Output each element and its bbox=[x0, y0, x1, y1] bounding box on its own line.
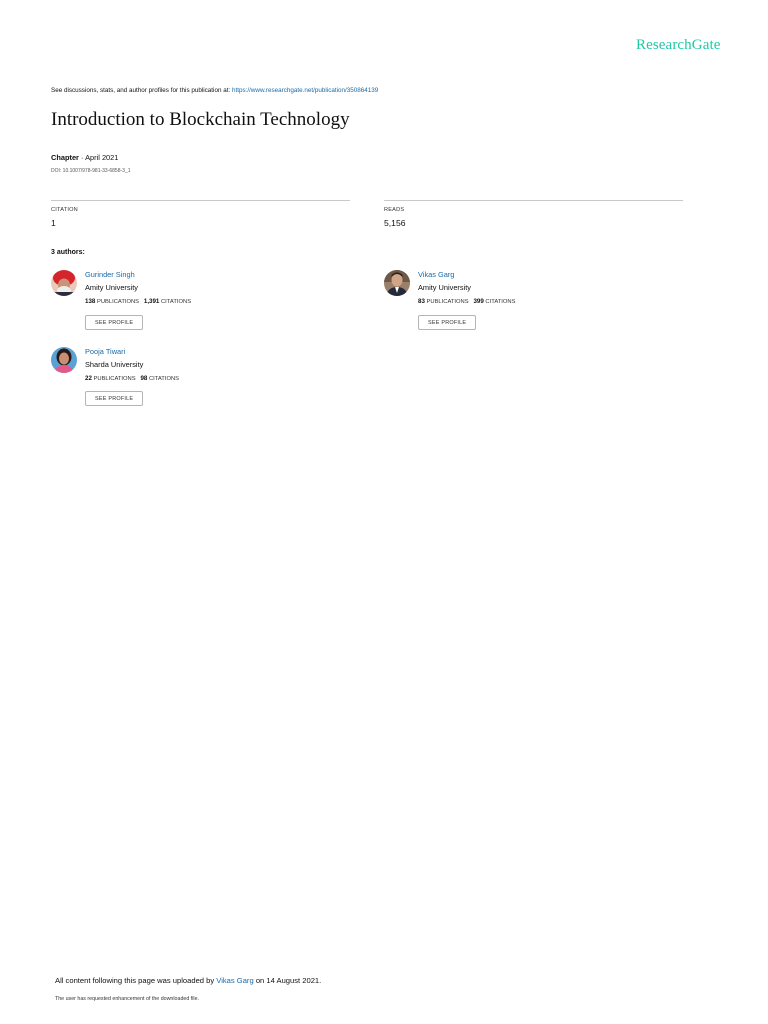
publications-count: 83 bbox=[418, 298, 425, 305]
author-name-link[interactable]: Gurinder Singh bbox=[85, 270, 135, 279]
reads-divider bbox=[384, 200, 683, 201]
citations-label: CITATIONS bbox=[148, 376, 180, 382]
publication-link[interactable]: https://www.researchgate.net/publication… bbox=[232, 87, 378, 94]
author-institution: Sharda University bbox=[85, 360, 144, 369]
citation-label: CITATION bbox=[51, 207, 78, 213]
see-profile-button[interactable]: SEE PROFILE bbox=[418, 315, 477, 330]
citations-count: 1,391 bbox=[143, 298, 160, 305]
uploader-link[interactable]: Vikas Garg bbox=[216, 976, 253, 985]
page-title: Introduction to Blockchain Technology bbox=[51, 109, 350, 130]
avatar[interactable] bbox=[51, 347, 77, 373]
publications-label: PUBLICATIONS bbox=[426, 299, 469, 305]
see-profile-button[interactable]: SEE PROFILE bbox=[85, 391, 144, 406]
upload-prefix: All content following this page was uplo… bbox=[55, 976, 217, 985]
discussion-text: See discussions, stats, and author profi… bbox=[51, 87, 232, 94]
author-stats: 138 PUBLICATIONS 1,391 CITATIONS bbox=[85, 298, 191, 305]
upload-note: All content following this page was uplo… bbox=[55, 976, 321, 985]
citations-label: CITATIONS bbox=[485, 299, 516, 305]
author-name-link[interactable]: Vikas Garg bbox=[418, 270, 454, 279]
publications-label: PUBLICATIONS bbox=[93, 376, 136, 382]
author-institution: Amity University bbox=[418, 283, 471, 292]
citations-label: CITATIONS bbox=[161, 299, 192, 305]
citation-value: 1 bbox=[51, 218, 56, 228]
see-profile-button[interactable]: SEE PROFILE bbox=[85, 315, 144, 330]
reads-value: 5,156 bbox=[384, 218, 406, 228]
discussion-line: See discussions, stats, and author profi… bbox=[51, 87, 378, 94]
publications-count: 138 bbox=[85, 298, 96, 305]
publication-date: April 2021 bbox=[85, 153, 119, 162]
avatar[interactable] bbox=[51, 270, 77, 296]
avatar-vikas-garg-icon bbox=[384, 270, 410, 296]
publication-type: Chapter bbox=[51, 153, 79, 162]
researchgate-logo[interactable]: ResearchGate bbox=[636, 37, 720, 54]
avatar-gurinder-singh-icon bbox=[51, 270, 77, 296]
reads-label: READS bbox=[384, 207, 405, 213]
publications-count: 22 bbox=[85, 375, 92, 382]
author-name-link[interactable]: Pooja Tiwari bbox=[85, 347, 125, 356]
author-stats: 83 PUBLICATIONS 399 CITATIONS bbox=[418, 298, 515, 305]
enhancement-note: The user has requested enhancement of th… bbox=[55, 996, 199, 1002]
upload-suffix: on 14 August 2021. bbox=[253, 976, 322, 985]
publication-meta: Chapter · April 2021 bbox=[51, 153, 118, 162]
citations-count: 98 bbox=[140, 375, 148, 382]
authors-heading: 3 authors: bbox=[51, 249, 85, 256]
citations-count: 399 bbox=[473, 298, 484, 305]
author-institution: Amity University bbox=[85, 283, 138, 292]
publications-label: PUBLICATIONS bbox=[96, 299, 140, 305]
avatar-pooja-tiwari-icon bbox=[51, 347, 77, 373]
doi-text: DOI: 10.1007/978-981-33-6858-3_1 bbox=[51, 168, 131, 174]
avatar[interactable] bbox=[384, 270, 410, 296]
author-stats: 22 PUBLICATIONS 98 CITATIONS bbox=[85, 375, 179, 382]
citation-divider bbox=[51, 200, 350, 201]
